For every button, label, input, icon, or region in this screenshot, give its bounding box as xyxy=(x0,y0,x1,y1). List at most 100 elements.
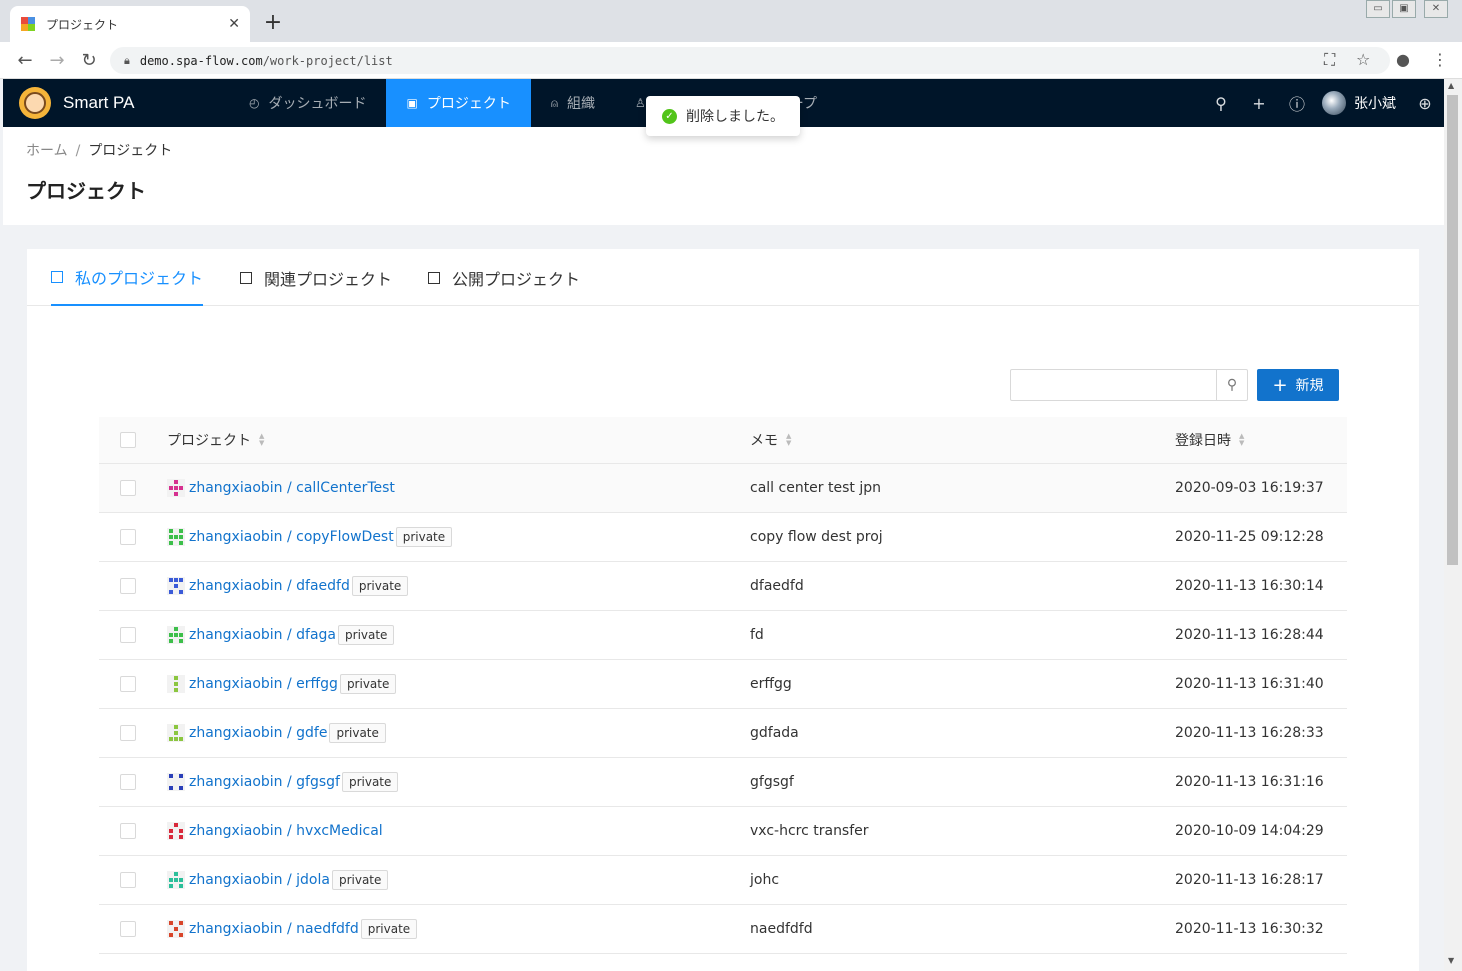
reload-icon[interactable]: ↻ xyxy=(79,50,99,71)
menu-item-organization[interactable]: ⍝ 組織 xyxy=(531,79,615,127)
row-checkbox[interactable] xyxy=(120,872,136,888)
row-checkbox[interactable] xyxy=(120,529,136,545)
profile-icon[interactable]: ● xyxy=(1396,50,1410,69)
help-icon[interactable]: ⓘ xyxy=(1278,91,1316,115)
date-cell: 2020-11-13 16:30:32 xyxy=(1175,921,1324,937)
search-icon[interactable]: ⚲ xyxy=(1202,94,1240,113)
column-header-project[interactable]: プロジェクト ▲ ▼ xyxy=(167,417,264,463)
memo-cell: vxc-hcrc transfer xyxy=(750,823,869,839)
project-link[interactable]: zhangxiaobin / copyFlowDest xyxy=(189,529,394,545)
breadcrumb: ホーム / プロジェクト xyxy=(26,140,172,160)
private-badge: private xyxy=(360,919,418,939)
language-globe-icon[interactable]: ⊕ xyxy=(1406,94,1444,113)
row-checkbox[interactable] xyxy=(120,480,136,496)
search-button[interactable]: ⚲ xyxy=(1216,370,1247,400)
project-link[interactable]: zhangxiaobin / dfaedfd xyxy=(189,578,350,594)
project-avatar-icon xyxy=(167,577,185,595)
project-cell: zhangxiaobin / gdfe private xyxy=(167,709,386,757)
tab-my-projects[interactable]: 私のプロジェクト xyxy=(51,249,204,306)
scroll-down-icon[interactable]: ▼ xyxy=(1448,956,1454,965)
table-row[interactable]: zhangxiaobin / naedfdfd private naedfdfd… xyxy=(99,905,1347,954)
table-row[interactable]: zhangxiaobin / dfaga private fd 2020-11-… xyxy=(99,611,1347,660)
bookmark-star-icon[interactable]: ☆ xyxy=(1356,50,1370,69)
avatar xyxy=(1322,91,1346,115)
date-cell: 2020-11-25 09:12:28 xyxy=(1175,529,1324,545)
new-button-label: 新規 xyxy=(1295,378,1324,394)
project-link[interactable]: zhangxiaobin / erffgg xyxy=(189,676,338,692)
url-host: demo.spa-flow.com xyxy=(139,53,263,68)
breadcrumb-separator: / xyxy=(75,143,81,159)
project-board-icon xyxy=(240,271,252,284)
page-scrollbar[interactable]: ▲ ▼ xyxy=(1444,79,1462,971)
breadcrumb-home[interactable]: ホーム xyxy=(26,143,68,159)
app-logo[interactable]: Smart PA xyxy=(19,87,229,119)
table-row[interactable]: zhangxiaobin / hvxcMedical vxc-hcrc tran… xyxy=(99,807,1347,856)
project-link[interactable]: zhangxiaobin / gfgsgf xyxy=(189,774,340,790)
browser-tab[interactable]: プロジェクト ✕ xyxy=(10,6,250,42)
table-body: zhangxiaobin / callCenterTest call cente… xyxy=(99,464,1347,954)
project-cell: zhangxiaobin / copyFlowDest private xyxy=(167,513,453,561)
project-link[interactable]: zhangxiaobin / naedfdfd xyxy=(189,921,359,937)
memo-cell: gfgsgf xyxy=(750,774,794,790)
forward-icon[interactable]: → xyxy=(47,50,67,71)
date-cell: 2020-09-03 16:19:37 xyxy=(1175,480,1324,496)
row-checkbox[interactable] xyxy=(120,823,136,839)
tab-related-projects[interactable]: 関連プロジェクト xyxy=(240,249,392,306)
select-all-checkbox[interactable] xyxy=(120,432,136,448)
project-link[interactable]: zhangxiaobin / hvxcMedical xyxy=(189,823,383,839)
row-checkbox[interactable] xyxy=(120,676,136,692)
memo-cell: johc xyxy=(750,872,780,888)
check-circle-icon: ✓ xyxy=(662,108,677,124)
table-row[interactable]: zhangxiaobin / jdola private johc 2020-1… xyxy=(99,856,1347,905)
date-cell: 2020-11-13 16:28:33 xyxy=(1175,725,1324,741)
maximize-icon[interactable]: ▣ xyxy=(1392,0,1416,18)
table-row[interactable]: zhangxiaobin / gfgsgf private gfgsgf 202… xyxy=(99,758,1347,807)
row-checkbox[interactable] xyxy=(120,774,136,790)
translate-icon[interactable]: ⛶ xyxy=(1324,50,1335,70)
row-checkbox[interactable] xyxy=(120,921,136,937)
tab-public-projects[interactable]: 公開プロジェクト xyxy=(428,249,580,306)
add-icon[interactable]: + xyxy=(1240,94,1278,113)
project-link[interactable]: zhangxiaobin / jdola xyxy=(189,872,330,888)
table-row[interactable]: zhangxiaobin / gdfe private gdfada 2020-… xyxy=(99,709,1347,758)
sort-icon[interactable]: ▲ ▼ xyxy=(1239,433,1244,447)
column-header-date[interactable]: 登録日時 ▲ ▼ xyxy=(1175,417,1244,463)
row-checkbox[interactable] xyxy=(120,578,136,594)
project-link[interactable]: zhangxiaobin / gdfe xyxy=(189,725,327,741)
project-cell: zhangxiaobin / hvxcMedical xyxy=(167,807,383,855)
tab-close-icon[interactable]: ✕ xyxy=(228,16,240,32)
url-field[interactable]: 🔒︎ demo.spa-flow.com/work-project/list xyxy=(110,47,1390,74)
table-row[interactable]: zhangxiaobin / dfaedfd private dfaedfd 2… xyxy=(99,562,1347,611)
logo-icon xyxy=(19,87,51,119)
back-icon[interactable]: ← xyxy=(15,50,35,71)
scroll-thumb[interactable] xyxy=(1447,95,1458,565)
column-label: メモ xyxy=(750,433,778,449)
row-checkbox[interactable] xyxy=(120,725,136,741)
menu-item-dashboard[interactable]: ◴ ダッシュボード xyxy=(229,79,386,127)
menu-item-project[interactable]: ▣ プロジェクト xyxy=(386,79,531,127)
window-close-icon[interactable]: ✕ xyxy=(1424,0,1448,18)
sort-icon[interactable]: ▲ ▼ xyxy=(259,433,264,447)
row-checkbox[interactable] xyxy=(120,627,136,643)
new-tab-button[interactable]: + xyxy=(262,10,284,35)
memo-cell: erffgg xyxy=(750,676,792,692)
memo-cell: naedfdfd xyxy=(750,921,813,937)
private-badge: private xyxy=(331,870,389,890)
table-row[interactable]: zhangxiaobin / callCenterTest call cente… xyxy=(99,464,1347,513)
column-header-memo[interactable]: メモ ▲ ▼ xyxy=(750,417,791,463)
scroll-up-icon[interactable]: ▲ xyxy=(1448,81,1454,90)
project-board-icon xyxy=(51,270,63,283)
user-menu[interactable]: 张小斌 xyxy=(1322,91,1396,115)
table-row[interactable]: zhangxiaobin / copyFlowDest private copy… xyxy=(99,513,1347,562)
sort-icon[interactable]: ▲ ▼ xyxy=(786,433,791,447)
new-project-button[interactable]: + 新規 xyxy=(1257,369,1339,401)
project-link[interactable]: zhangxiaobin / callCenterTest xyxy=(189,480,395,496)
project-cell: zhangxiaobin / dfaga private xyxy=(167,611,395,659)
browser-menu-icon[interactable]: ⋮ xyxy=(1432,50,1448,69)
project-link[interactable]: zhangxiaobin / dfaga xyxy=(189,627,336,643)
url-path: /work-project/list xyxy=(262,53,393,68)
minimize-icon[interactable]: ▭ xyxy=(1366,0,1390,18)
table-row[interactable]: zhangxiaobin / erffgg private erffgg 202… xyxy=(99,660,1347,709)
search-input[interactable]: ⚲ xyxy=(1010,369,1248,401)
memo-cell: fd xyxy=(750,627,764,643)
